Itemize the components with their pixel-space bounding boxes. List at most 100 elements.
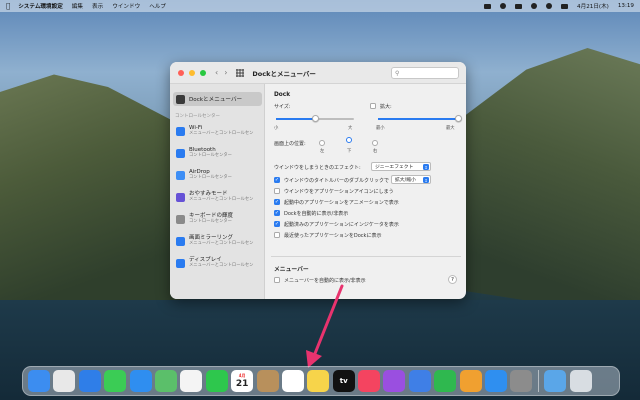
position-bottom-label: 下 (347, 149, 352, 154)
menu-edit[interactable]: 編集 (72, 2, 83, 10)
show-indicators-checkbox[interactable]: ✓ (274, 221, 280, 227)
magnification-slider-knob[interactable] (454, 115, 462, 122)
double-click-label: ウインドウのタイトルバーのダブルクリックで (284, 177, 390, 184)
menu-time[interactable]: 13:19 (618, 3, 634, 9)
wallpaper-mountain-right (465, 48, 640, 318)
display-icon (176, 258, 185, 268)
dock-maps-icon[interactable] (154, 370, 177, 392)
menu-window[interactable]: ウインドウ (112, 2, 140, 10)
minimize-into-icon-checkbox[interactable] (274, 188, 280, 194)
chevron-down-icon: ↕ (423, 177, 429, 183)
position-right-radio[interactable] (372, 140, 378, 146)
sidebar-item-sublabel: コントロールセンター (189, 218, 232, 224)
wifi-icon[interactable] (531, 3, 538, 9)
menu-bar:  システム環境設定 編集 表示 ウインドウ ヘルプ 4月21日(木) 13:1… (0, 0, 640, 12)
dock-tv-icon[interactable]: tv (332, 370, 355, 392)
menu-app-name[interactable]: システム環境設定 (18, 2, 63, 10)
dock-music-icon[interactable] (358, 370, 381, 392)
magnification-checkbox[interactable] (370, 103, 376, 109)
position-label: 画面上の位置: (274, 141, 306, 147)
position-left-radio[interactable] (319, 140, 325, 146)
close-button[interactable] (178, 69, 184, 76)
position-right-label: 右 (373, 149, 378, 154)
menu-help[interactable]: ヘルプ (149, 2, 166, 10)
dock-system-preferences-icon[interactable] (510, 370, 533, 392)
show-all-grid-icon[interactable] (236, 68, 245, 77)
autohide-dock-checkbox[interactable]: ✓ (274, 210, 280, 216)
sidebar-item-screen-mirroring[interactable]: 画面ミラーリング メニューバーとコントロールセン (173, 230, 262, 252)
dock-app-store-icon[interactable] (485, 370, 508, 392)
sidebar-item-airdrop[interactable]: AirDrop コントロールセンター (173, 164, 262, 186)
size-max-label: 大 (348, 126, 353, 131)
help-button[interactable]: ? (448, 275, 457, 284)
dock-notes-icon[interactable] (307, 370, 330, 392)
option-row: 最近使ったアプリケーションをDockに表示 (274, 231, 381, 239)
search-input[interactable]: ⚲ (391, 67, 459, 79)
dock-reminders-icon[interactable] (281, 370, 304, 392)
dock-downloads-folder-icon[interactable] (544, 370, 567, 392)
dock-finder-icon[interactable] (28, 370, 50, 392)
double-click-select[interactable]: 拡大/縮小 ↕ (391, 175, 431, 184)
dock-calendar-icon[interactable]: 4月 21 (231, 370, 254, 392)
search-icon: ⚲ (395, 69, 400, 77)
show-recent-apps-checkbox[interactable] (274, 232, 280, 238)
magnification-slider-fill (378, 118, 458, 120)
dock-trash-icon[interactable] (569, 370, 592, 392)
dock-facetime-icon[interactable] (205, 370, 228, 392)
user-status-icon[interactable] (500, 3, 507, 9)
dock-section-title: Dock (274, 92, 291, 98)
menubar-autohide-checkbox[interactable] (274, 277, 280, 283)
dock-podcasts-icon[interactable] (383, 370, 406, 392)
bluetooth-icon (176, 148, 185, 158)
sidebar-item-do-not-disturb[interactable]: おやすみモード メニューバーとコントロールセン (173, 186, 262, 208)
option-label: 最近使ったアプリケーションをDockに表示 (284, 232, 382, 239)
zoom-button[interactable] (200, 69, 206, 76)
sidebar-item-keyboard-brightness[interactable]: キーボードの輝度 コントロールセンター (173, 208, 262, 230)
minimize-effect-value: ジニーエフェクト (375, 165, 414, 170)
sidebar-item-sublabel: メニューバーとコントロールセン (189, 240, 254, 246)
wallpaper-mountain-left (0, 74, 180, 312)
dock-photos-icon[interactable] (180, 370, 203, 392)
moon-icon (176, 192, 185, 202)
sidebar-item-bluetooth[interactable]: Bluetooth コントロールセンター (173, 142, 262, 164)
double-click-checkbox[interactable]: ✓ (274, 177, 280, 183)
dock-separator (537, 370, 539, 392)
back-arrow-icon[interactable]: ‹ (215, 68, 218, 77)
dock-contacts-icon[interactable] (256, 370, 279, 392)
battery-icon[interactable] (515, 3, 523, 9)
magnification-slider[interactable] (378, 115, 462, 122)
control-center-icon[interactable] (561, 3, 569, 9)
preferences-window: ‹ › Dockとメニューバー ⚲ Dockとメニューバー コントロールセンター… (170, 62, 466, 299)
keyboard-brightness-icon (176, 214, 185, 224)
menu-view[interactable]: 表示 (92, 2, 103, 10)
sidebar-item-dock-menubar[interactable]: Dockとメニューバー (173, 92, 262, 106)
minimize-button[interactable] (189, 69, 195, 76)
size-slider-knob[interactable] (311, 115, 319, 122)
spotlight-icon[interactable] (546, 3, 553, 9)
sidebar: Dockとメニューバー コントロールセンター Wi-Fi メニューバーとコントロー… (170, 84, 265, 299)
option-row: ウインドウをアプリケーションアイコンにしまう (274, 187, 394, 195)
dock-mail-icon[interactable] (129, 370, 152, 392)
window-titlebar[interactable]: ‹ › Dockとメニューバー ⚲ (170, 62, 466, 84)
window-title: Dockとメニューバー (252, 69, 316, 78)
dock-launchpad-icon[interactable] (53, 370, 76, 392)
dock-numbers-icon[interactable] (434, 370, 457, 392)
apple-menu-icon[interactable]:  (6, 2, 10, 10)
dock-keynote-icon[interactable] (408, 370, 431, 392)
forward-arrow-icon[interactable]: › (224, 68, 227, 77)
dock-pages-icon[interactable] (459, 370, 482, 392)
dock-safari-icon[interactable] (78, 370, 101, 392)
position-left-label: 左 (320, 149, 325, 154)
sidebar-item-wifi[interactable]: Wi-Fi メニューバーとコントロールセン (173, 120, 262, 142)
menu-date[interactable]: 4月21日(木) (577, 2, 609, 10)
display-status-icon[interactable] (484, 3, 492, 9)
sidebar-item-display[interactable]: ディスプレイ メニューバーとコントロールセン (173, 252, 262, 274)
animate-opening-checkbox[interactable]: ✓ (274, 199, 280, 205)
minimize-effect-select[interactable]: ジニーエフェクト ↕ (371, 162, 431, 171)
dock-messages-icon[interactable] (104, 370, 127, 392)
double-click-value: 拡大/縮小 (395, 178, 416, 183)
size-label: サイズ: (274, 104, 291, 110)
position-bottom-radio[interactable] (346, 137, 352, 143)
section-divider (271, 256, 461, 257)
size-slider[interactable] (276, 115, 354, 122)
